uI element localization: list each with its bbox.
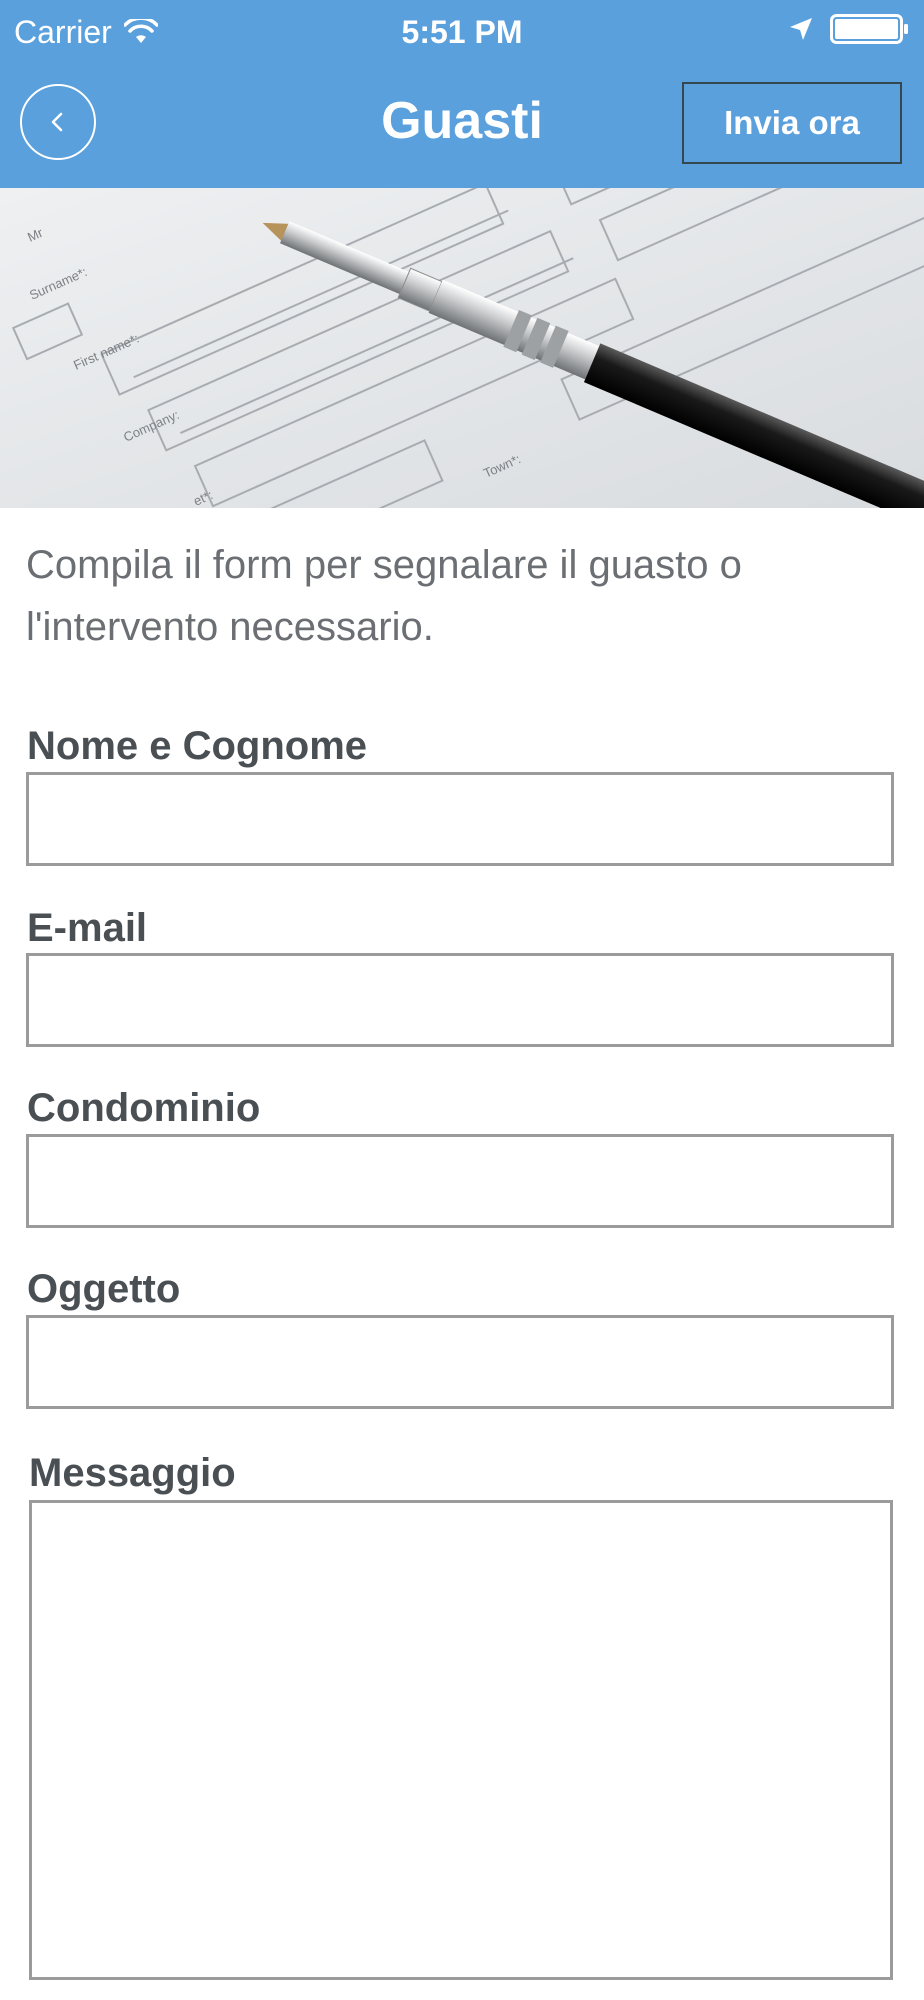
send-now-button[interactable]: Invia ora (682, 82, 902, 164)
subject-label: Oggetto (27, 1267, 181, 1311)
form-with-pen-photo: Mr Surname*: First name*: Company: Town*… (0, 188, 924, 508)
hero-image: Mr Surname*: First name*: Company: Town*… (0, 188, 924, 508)
email-label: E-mail (27, 906, 148, 950)
battery-icon (830, 14, 908, 44)
email-field[interactable] (26, 953, 894, 1047)
navigation-bar: Guasti Invia ora (0, 64, 924, 188)
name-field[interactable] (26, 772, 894, 866)
status-bar: Carrier 5:51 PM (0, 0, 924, 64)
status-right-group (788, 14, 910, 44)
message-field[interactable] (29, 1500, 893, 1980)
status-time: 5:51 PM (401, 14, 523, 50)
subject-field[interactable] (26, 1315, 894, 1409)
message-label: Messaggio (29, 1451, 236, 1495)
location-arrow-icon (790, 18, 812, 40)
condominium-field[interactable] (26, 1134, 894, 1228)
condominium-label: Condominio (27, 1086, 261, 1130)
app-header: Carrier 5:51 PM Guasti Invia ora (0, 0, 924, 188)
name-label: Nome e Cognome (27, 724, 368, 768)
intro-text: Compila il form per segnalare il guasto … (26, 543, 742, 649)
